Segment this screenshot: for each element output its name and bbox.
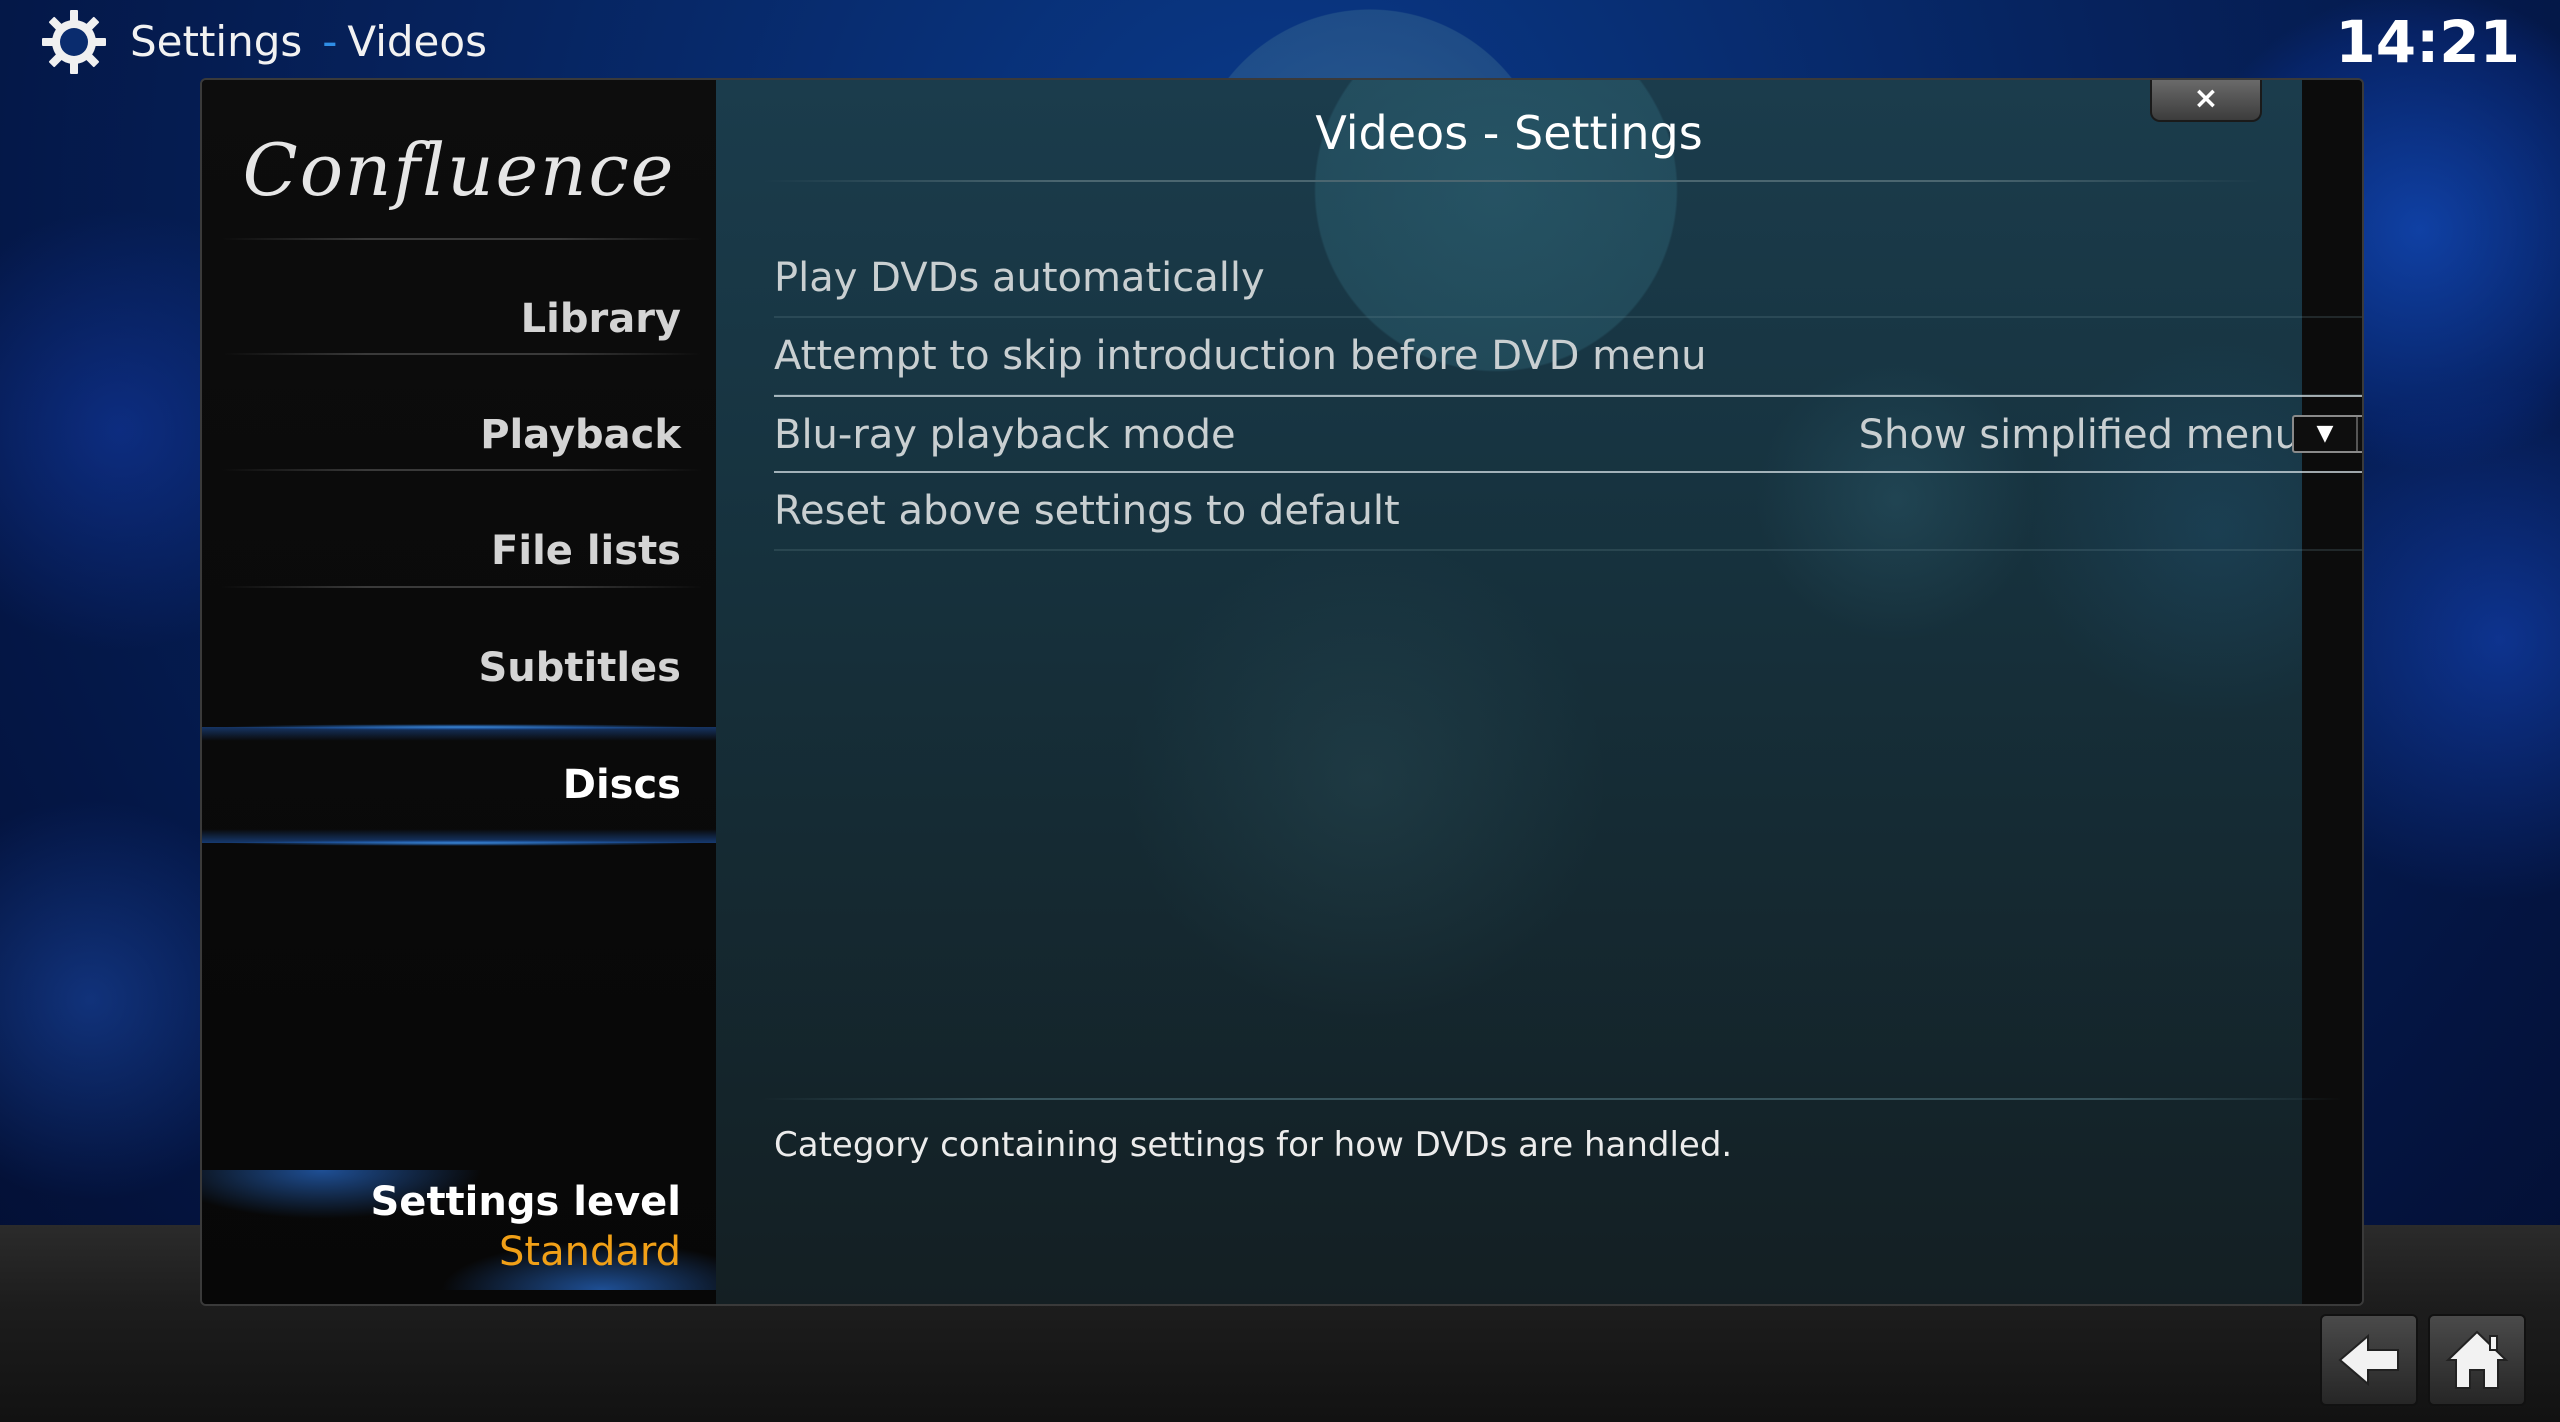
category-description: Category containing settings for how DVD… <box>774 1125 1733 1165</box>
sidebar-divider <box>222 353 702 355</box>
breadcrumb-separator: - <box>322 17 338 66</box>
setting-play-dvds-automatically[interactable]: Play DVDs automatically <box>774 240 2362 318</box>
settings-dialog: Confluence Library Playback File lists S… <box>200 78 2364 1306</box>
setting-bluray-playback-mode[interactable]: Blu-ray playback mode Show simplified me… <box>774 395 2362 473</box>
breadcrumb: Settings - Videos <box>130 12 487 72</box>
back-button[interactable] <box>2320 1314 2418 1406</box>
setting-label: Reset above settings to default <box>774 488 1400 534</box>
settings-level-value: Standard <box>499 1229 681 1275</box>
sidebar-item-playback[interactable]: Playback <box>202 377 716 493</box>
setting-label: Blu-ray playback mode <box>774 412 1236 458</box>
home-button[interactable] <box>2428 1314 2526 1406</box>
setting-reset-defaults[interactable]: Reset above settings to default <box>774 473 2362 551</box>
category-sidebar: Confluence Library Playback File lists S… <box>202 80 716 1304</box>
sidebar-divider <box>222 469 702 471</box>
clock: 14:21 <box>2335 8 2520 76</box>
setting-label: Play DVDs automatically <box>774 255 1265 301</box>
spinner-up-button[interactable]: ▲ <box>2356 417 2362 451</box>
sidebar-item-file-lists[interactable]: File lists <box>202 493 716 609</box>
sidebar-item-discs[interactable]: Discs <box>202 724 716 846</box>
sidebar-item-library[interactable]: Library <box>202 261 716 377</box>
sidebar-item-subtitles[interactable]: Subtitles <box>202 610 716 726</box>
spinner-value: Show simplified menu <box>1858 412 2300 458</box>
sidebar-divider <box>222 586 702 588</box>
home-icon <box>2445 1330 2509 1389</box>
dialog-title: Videos - Settings <box>1315 106 1703 160</box>
breadcrumb-section: Settings <box>130 17 303 66</box>
back-arrow-icon <box>2338 1333 2399 1387</box>
spinner-control: ▼ ▲ <box>2292 415 2362 453</box>
spinner-down-button[interactable]: ▼ <box>2294 417 2358 451</box>
sidebar-divider <box>222 238 702 240</box>
description-divider <box>762 1098 2342 1100</box>
title-divider <box>762 180 2262 182</box>
settings-level-button[interactable]: Settings level Standard <box>202 1170 716 1290</box>
settings-level-label: Settings level <box>370 1179 682 1225</box>
gear-icon <box>42 10 106 74</box>
breadcrumb-subsection: Videos <box>347 17 487 66</box>
setting-skip-dvd-intro[interactable]: Attempt to skip introduction before DVD … <box>774 318 2362 396</box>
setting-label: Attempt to skip introduction before DVD … <box>774 333 1707 379</box>
confluence-logo: Confluence <box>242 128 676 212</box>
